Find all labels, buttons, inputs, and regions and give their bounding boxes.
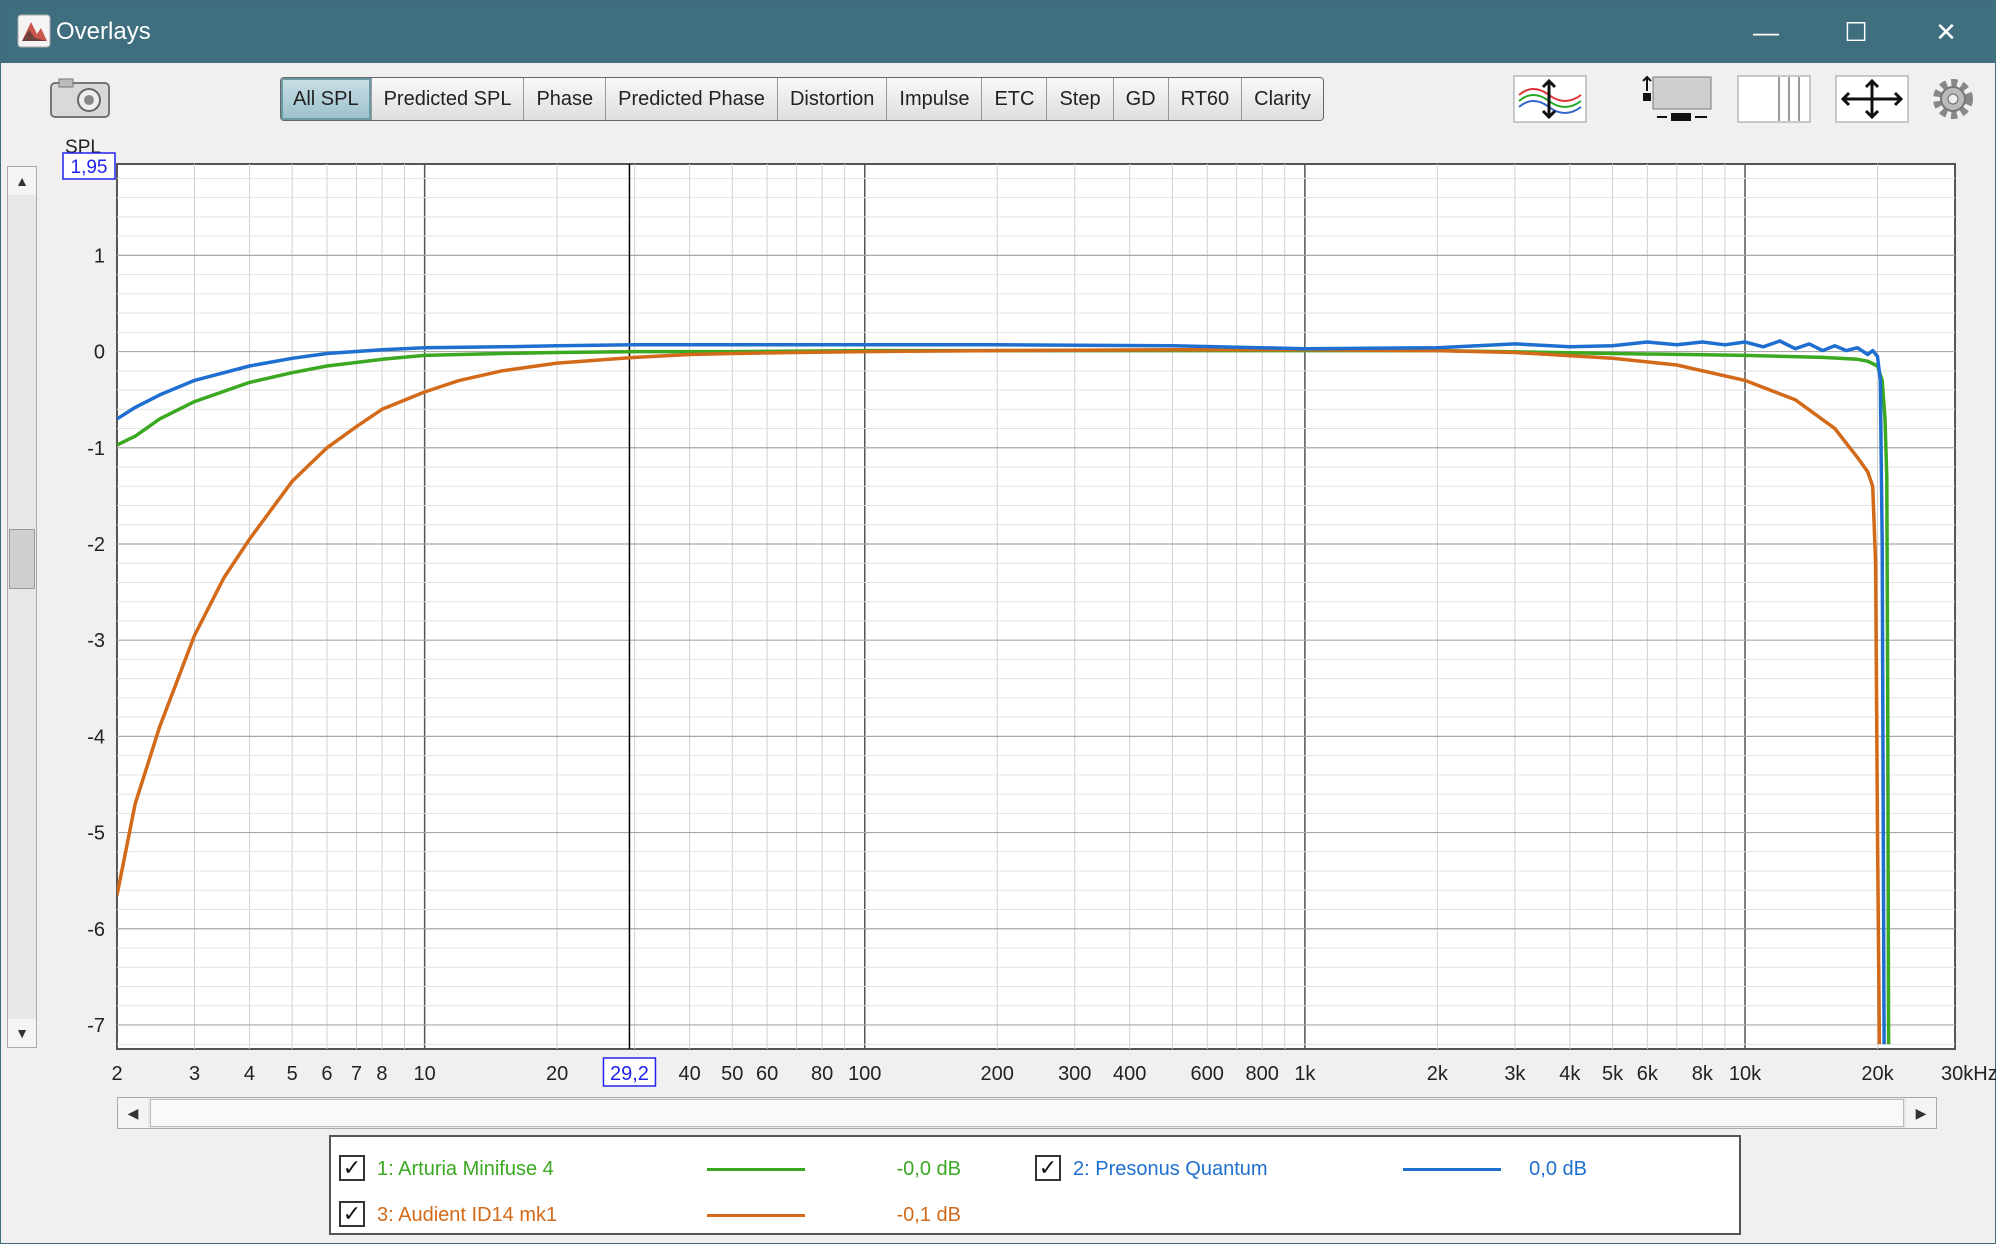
x-tick-label: 10	[414, 1063, 436, 1085]
tab-rt60[interactable]: RT60	[1168, 78, 1243, 120]
y-tick-label: -2	[87, 534, 105, 556]
legend-swatch	[707, 1168, 805, 1171]
x-tick-label: 7	[351, 1063, 362, 1085]
maximize-button[interactable]: ☐	[1811, 1, 1901, 63]
tab-etc[interactable]: ETC	[982, 78, 1048, 120]
horizontal-scrollbar[interactable]: ◀ ▶	[117, 1097, 1937, 1129]
x-tick-label: 5	[287, 1063, 298, 1085]
legend-label: 3: Audient ID14 mk1	[377, 1204, 558, 1226]
graph-size-icon[interactable]	[1641, 73, 1717, 125]
vertical-scrollbar[interactable]: ▲ ▼	[7, 166, 37, 1048]
tab-step[interactable]: Step	[1047, 78, 1114, 120]
legend: ✓ 1: Arturia Minifuse 4 -0,0 dB ✓ 3: Aud…	[329, 1135, 1741, 1235]
scroll-left-icon[interactable]: ◀	[118, 1098, 148, 1128]
x-tick-label: 800	[1246, 1063, 1279, 1085]
tab-predicted-spl[interactable]: Predicted SPL	[371, 78, 525, 120]
x-axis-unit-label: 30kHz	[1941, 1063, 1996, 1085]
maximize-icon: ☐	[1844, 17, 1868, 47]
spl-chart[interactable]: 10-1-2-3-4-5-6-72 3 4 5 6 7 8 10 20 40 50 60 80 100 20…	[1, 131, 1996, 1091]
scroll-right-icon[interactable]: ▶	[1906, 1098, 1936, 1128]
app-icon	[17, 14, 51, 48]
traces-arrange-icon[interactable]	[1513, 75, 1587, 123]
x-tick-label: 10k	[1729, 1063, 1762, 1085]
x-tick-label: 2	[111, 1063, 122, 1085]
legend-swatch	[707, 1214, 805, 1217]
x-tick-label: 20k	[1861, 1063, 1894, 1085]
x-tick-label: 300	[1058, 1063, 1091, 1085]
tab-predicted-phase[interactable]: Predicted Phase	[606, 78, 778, 120]
legend-label: 2: Presonus Quantum	[1073, 1158, 1268, 1180]
y-tick-label: 0	[94, 342, 105, 364]
x-tick-label: 2k	[1427, 1063, 1449, 1085]
x-tick-label: 100	[848, 1063, 881, 1085]
graph-tabs: All SPL Predicted SPL Phase Predicted Ph…	[280, 77, 1324, 121]
overlays-window: Overlays — ☐ ✕ All SPL Predicted SPL Pha…	[0, 0, 1996, 1244]
scroll-down-icon[interactable]: ▼	[8, 1019, 36, 1047]
plot-area	[116, 163, 1956, 1050]
title-bar[interactable]: Overlays — ☐ ✕	[1, 1, 1996, 63]
tab-gd[interactable]: GD	[1113, 78, 1169, 120]
x-tick-label: 4k	[1559, 1063, 1581, 1085]
camera-icon[interactable]	[49, 77, 113, 121]
pan-arrows-icon[interactable]	[1835, 75, 1909, 123]
settings-gear-icon[interactable]	[1929, 75, 1977, 123]
y-tick-label: -5	[87, 823, 105, 845]
x-tick-label: 60	[756, 1063, 778, 1085]
x-tick-label: 6k	[1637, 1063, 1659, 1085]
tab-phase[interactable]: Phase	[524, 78, 607, 120]
tab-clarity[interactable]: Clarity	[1242, 78, 1323, 120]
cursor-x-readout: 29,2	[610, 1063, 649, 1085]
x-tick-label: 20	[546, 1063, 568, 1085]
x-tick-label: 80	[811, 1063, 833, 1085]
tab-distortion[interactable]: Distortion	[777, 78, 888, 120]
scroll-up-icon[interactable]: ▲	[8, 167, 36, 195]
y-tick-label: -1	[87, 438, 105, 460]
horizontal-scroll-thumb[interactable]	[150, 1099, 1904, 1127]
legend-offset: -0,0 dB	[896, 1158, 961, 1180]
x-tick-label: 400	[1113, 1063, 1146, 1085]
window-title: Overlays	[56, 18, 151, 45]
tab-impulse[interactable]: Impulse	[887, 78, 983, 120]
minimize-button[interactable]: —	[1721, 1, 1811, 63]
x-tick-label: 40	[678, 1063, 700, 1085]
x-tick-label: 200	[981, 1063, 1014, 1085]
x-tick-label: 6	[321, 1063, 332, 1085]
x-tick-label: 8k	[1692, 1063, 1714, 1085]
close-icon: ✕	[1935, 17, 1957, 47]
x-tick-label: 50	[721, 1063, 743, 1085]
x-tick-label: 8	[376, 1063, 387, 1085]
legend-label: 1: Arturia Minifuse 4	[377, 1158, 554, 1180]
x-tick-label: 5k	[1602, 1063, 1624, 1085]
vertical-scroll-thumb[interactable]	[9, 529, 35, 589]
y-tick-label: -6	[87, 919, 105, 941]
y-tick-label: -7	[87, 1015, 105, 1037]
x-tick-label: 1k	[1294, 1063, 1316, 1085]
x-tick-label: 600	[1191, 1063, 1224, 1085]
minimize-icon: —	[1753, 17, 1779, 47]
y-tick-label: -4	[87, 726, 105, 748]
cursor-y-readout: 1,95	[71, 157, 108, 178]
legend-checkbox-audient[interactable]: ✓	[339, 1201, 365, 1227]
split-view-icon[interactable]	[1737, 75, 1811, 123]
y-tick-label: 1	[94, 245, 105, 267]
close-button[interactable]: ✕	[1901, 1, 1991, 63]
legend-checkbox-presonus[interactable]: ✓	[1035, 1155, 1061, 1181]
legend-offset: 0,0 dB	[1529, 1158, 1587, 1180]
legend-offset: -0,1 dB	[896, 1204, 961, 1226]
x-tick-label: 4	[244, 1063, 255, 1085]
y-tick-label: -3	[87, 630, 105, 652]
legend-checkbox-arturia[interactable]: ✓	[339, 1155, 365, 1181]
x-tick-label: 3k	[1504, 1063, 1526, 1085]
x-tick-label: 3	[189, 1063, 200, 1085]
tab-all-spl[interactable]: All SPL	[281, 78, 372, 120]
